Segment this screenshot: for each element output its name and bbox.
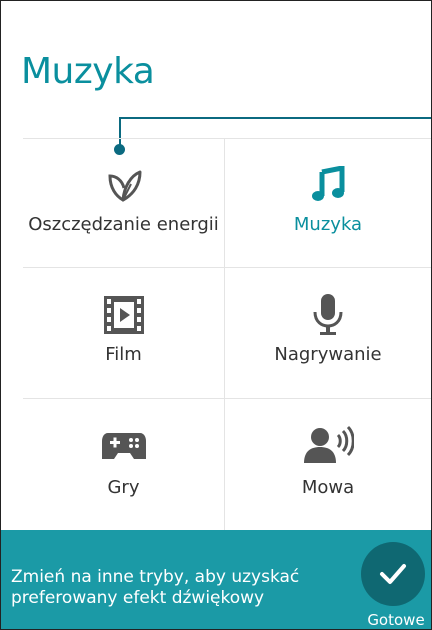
mode-games[interactable]: Gry [23,399,224,530]
microphone-icon [310,292,346,340]
speech-icon [302,425,355,469]
film-icon [102,294,146,340]
app-frame: Muzyka Oszczędzanie energii Muzyka Film … [0,0,432,630]
mode-speech[interactable]: Mowa [225,399,431,530]
page-title: Muzyka [21,51,155,92]
callout-line [119,117,431,119]
mode-label: Muzyka [293,214,363,235]
music-note-icon [310,164,346,206]
leaf-icon [104,166,144,206]
mode-film[interactable]: Film [23,268,224,398]
mode-label: Mowa [301,477,355,498]
mode-power-saving[interactable]: Oszczędzanie energii [23,138,224,267]
check-icon [379,562,407,590]
mode-music[interactable]: Muzyka [225,138,431,267]
mode-label: Oszczędzanie energii [28,214,219,235]
mode-recording[interactable]: Nagrywanie [225,268,431,398]
mode-label: Gry [107,477,140,498]
done-button-label[interactable]: Gotowe [361,611,431,629]
hint-text: Zmień na inne tryby, aby uzyskać prefero… [11,567,300,608]
gamepad-icon [100,429,148,467]
mode-label: Film [105,344,142,365]
done-button[interactable] [361,542,425,606]
mode-label: Nagrywanie [274,344,382,365]
